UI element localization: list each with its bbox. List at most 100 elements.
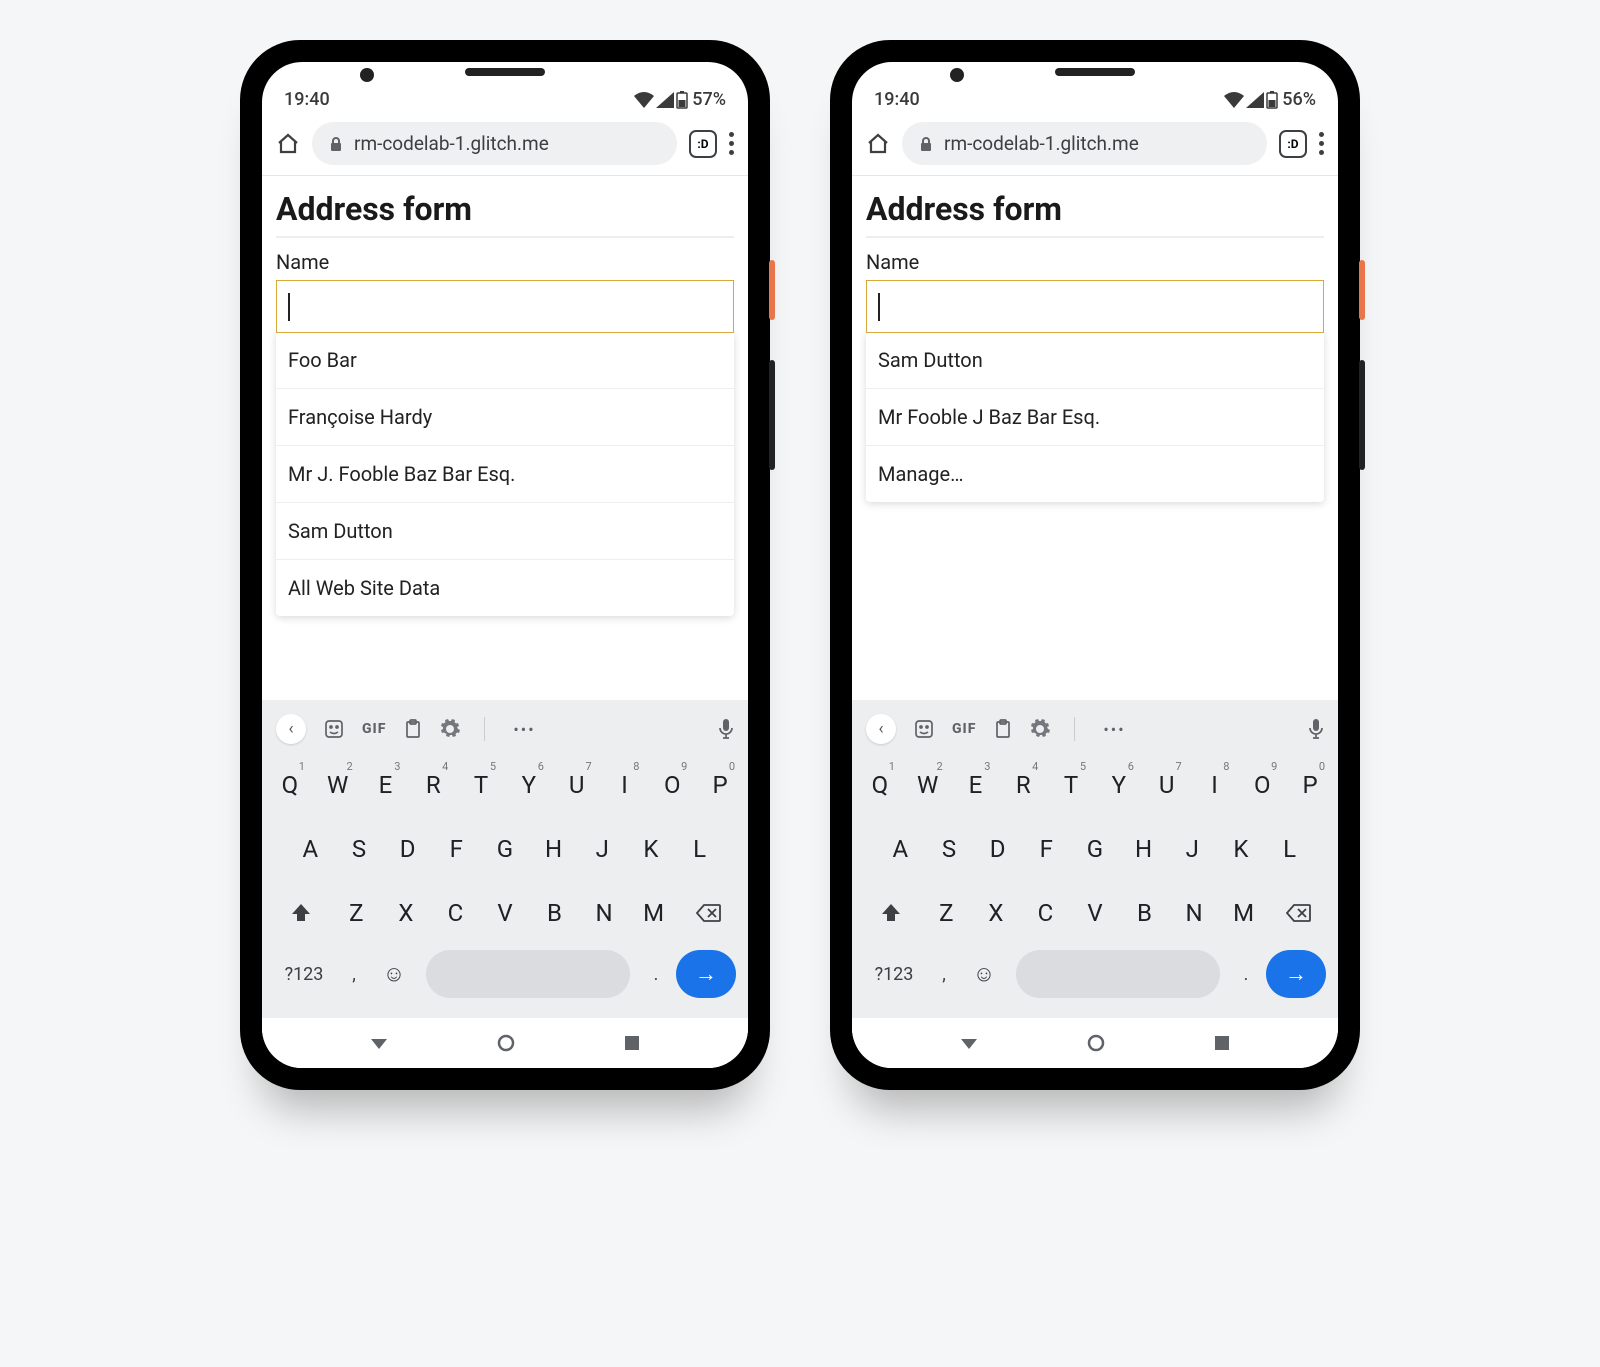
key-j[interactable]: J [1171, 822, 1213, 876]
nav-recent-icon[interactable] [1213, 1034, 1231, 1052]
url-bar[interactable]: rm-codelab-1.glitch.me [312, 122, 677, 165]
autofill-option[interactable]: Françoise Hardy [276, 389, 734, 446]
chevron-left-icon[interactable]: ‹ [276, 714, 306, 744]
more-icon[interactable]: ••• [513, 720, 535, 739]
key-m[interactable]: M [633, 886, 675, 940]
space-key[interactable] [426, 950, 630, 998]
gear-icon[interactable] [440, 719, 460, 739]
enter-key[interactable]: → [1266, 950, 1326, 998]
period-key[interactable]: . [1232, 950, 1260, 998]
key-i[interactable]: I8 [603, 758, 645, 812]
backspace-key[interactable] [1272, 886, 1326, 940]
clipboard-icon[interactable] [404, 719, 422, 739]
name-input[interactable] [866, 280, 1324, 333]
gif-button[interactable]: GIF [362, 721, 386, 737]
volume-button[interactable] [1359, 360, 1365, 470]
key-g[interactable]: G [1074, 822, 1116, 876]
key-c[interactable]: C [434, 886, 476, 940]
key-w[interactable]: W2 [907, 758, 949, 812]
key-n[interactable]: N [583, 886, 625, 940]
key-n[interactable]: N [1173, 886, 1215, 940]
key-g[interactable]: G [484, 822, 526, 876]
key-z[interactable]: Z [925, 886, 967, 940]
key-p[interactable]: P0 [699, 758, 741, 812]
key-u[interactable]: U7 [1146, 758, 1188, 812]
key-o[interactable]: O9 [651, 758, 693, 812]
key-b[interactable]: B [1124, 886, 1166, 940]
emoji-key[interactable]: ☺ [374, 950, 414, 998]
mic-icon[interactable] [718, 718, 734, 740]
gif-button[interactable]: GIF [952, 721, 976, 737]
autofill-option[interactable]: Manage… [866, 446, 1324, 502]
enter-key[interactable]: → [676, 950, 736, 998]
key-v[interactable]: V [484, 886, 526, 940]
key-t[interactable]: T5 [460, 758, 502, 812]
key-q[interactable]: Q1 [269, 758, 311, 812]
key-x[interactable]: X [385, 886, 427, 940]
key-m[interactable]: M [1223, 886, 1265, 940]
nav-home-icon[interactable] [1086, 1033, 1106, 1053]
key-l[interactable]: L [679, 822, 721, 876]
tab-count-button[interactable]: :D [1279, 130, 1307, 158]
symbols-key[interactable]: ?123 [864, 950, 924, 998]
key-y[interactable]: Y6 [508, 758, 550, 812]
key-s[interactable]: S [928, 822, 970, 876]
volume-button[interactable] [769, 360, 775, 470]
autofill-option[interactable]: All Web Site Data [276, 560, 734, 616]
name-input[interactable] [276, 280, 734, 333]
key-y[interactable]: Y6 [1098, 758, 1140, 812]
key-d[interactable]: D [387, 822, 429, 876]
autofill-option[interactable]: Sam Dutton [276, 503, 734, 560]
overflow-menu-icon[interactable] [1319, 132, 1324, 155]
comma-key[interactable]: , [930, 950, 958, 998]
sticker-icon[interactable] [914, 719, 934, 739]
key-r[interactable]: R4 [412, 758, 454, 812]
mic-icon[interactable] [1308, 718, 1324, 740]
nav-back-icon[interactable] [959, 1033, 979, 1053]
sticker-icon[interactable] [324, 719, 344, 739]
key-t[interactable]: T5 [1050, 758, 1092, 812]
key-f[interactable]: F [435, 822, 477, 876]
key-h[interactable]: H [533, 822, 575, 876]
key-a[interactable]: A [289, 822, 331, 876]
more-icon[interactable]: ••• [1103, 720, 1125, 739]
key-f[interactable]: F [1025, 822, 1067, 876]
power-button[interactable] [1359, 260, 1365, 320]
key-j[interactable]: J [581, 822, 623, 876]
autofill-option[interactable]: Mr Fooble J Baz Bar Esq. [866, 389, 1324, 446]
key-w[interactable]: W2 [317, 758, 359, 812]
autofill-option[interactable]: Sam Dutton [866, 332, 1324, 389]
space-key[interactable] [1016, 950, 1220, 998]
key-x[interactable]: X [975, 886, 1017, 940]
clipboard-icon[interactable] [994, 719, 1012, 739]
emoji-key[interactable]: ☺ [964, 950, 1004, 998]
shift-key[interactable] [274, 886, 328, 940]
key-i[interactable]: I8 [1193, 758, 1235, 812]
gear-icon[interactable] [1030, 719, 1050, 739]
comma-key[interactable]: , [340, 950, 368, 998]
key-a[interactable]: A [879, 822, 921, 876]
chevron-left-icon[interactable]: ‹ [866, 714, 896, 744]
key-r[interactable]: R4 [1002, 758, 1044, 812]
key-l[interactable]: L [1269, 822, 1311, 876]
key-z[interactable]: Z [335, 886, 377, 940]
key-e[interactable]: E3 [954, 758, 996, 812]
key-c[interactable]: C [1024, 886, 1066, 940]
url-bar[interactable]: rm-codelab-1.glitch.me [902, 122, 1267, 165]
home-icon[interactable] [276, 132, 300, 156]
key-o[interactable]: O9 [1241, 758, 1283, 812]
overflow-menu-icon[interactable] [729, 132, 734, 155]
key-d[interactable]: D [977, 822, 1019, 876]
shift-key[interactable] [864, 886, 918, 940]
symbols-key[interactable]: ?123 [274, 950, 334, 998]
key-q[interactable]: Q1 [859, 758, 901, 812]
autofill-option[interactable]: Foo Bar [276, 332, 734, 389]
key-u[interactable]: U7 [556, 758, 598, 812]
key-v[interactable]: V [1074, 886, 1116, 940]
home-icon[interactable] [866, 132, 890, 156]
autofill-option[interactable]: Mr J. Fooble Baz Bar Esq. [276, 446, 734, 503]
tab-count-button[interactable]: :D [689, 130, 717, 158]
backspace-key[interactable] [682, 886, 736, 940]
power-button[interactable] [769, 260, 775, 320]
nav-home-icon[interactable] [496, 1033, 516, 1053]
